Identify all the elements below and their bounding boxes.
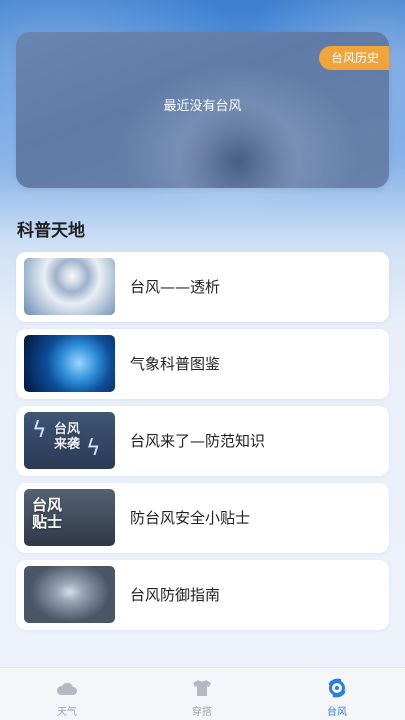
tips-thumb: 台风 贴士 [24,489,115,546]
no-typhoon-text: 最近没有台风 [163,99,242,114]
lightning-bolt-icon: ϟ [32,418,47,443]
article-card[interactable]: 台风防御指南 [16,560,389,630]
tab-typhoon[interactable]: 台风 [297,668,377,720]
section-title: 科普天地 [17,221,85,241]
article-card[interactable]: 气象科普图鉴 [16,329,389,399]
tab-weather[interactable]: 天气 [27,668,107,720]
article-card[interactable]: 台风 贴士 防台风安全小贴士 [16,483,389,553]
tab-label: 台风 [327,707,347,718]
thumb-caption: 台风 来袭 [54,422,81,452]
article-title: 气象科普图鉴 [130,355,221,373]
article-card[interactable]: ϟ ϟ 台风 来袭 台风来了—防范知识 [16,406,389,476]
lightning-bolt-icon: ϟ [86,436,101,461]
article-title: 台风——透析 [130,278,221,296]
lightning-thumb: ϟ ϟ 台风 来袭 [24,412,115,469]
cloud-icon [56,682,77,695]
tab-label: 穿搭 [192,707,212,718]
typhoon-banner[interactable]: 最近没有台风 台风历史 [16,32,389,188]
article-title: 台风来了—防范知识 [130,432,266,450]
article-title: 台风防御指南 [130,586,221,604]
earth-thumb [24,335,115,392]
article-title: 防台风安全小贴士 [130,509,251,527]
thumb-caption: 台风 贴士 [32,496,63,531]
typhoon-history-button[interactable]: 台风历史 [318,46,389,70]
typhoon-icon [328,678,346,698]
bottom-tab-bar: 天气 穿搭 台风 [0,667,405,720]
tab-label: 天气 [57,707,77,718]
typhoon-satellite-thumb [24,258,115,315]
tornado-thumb [24,566,115,623]
shirt-icon [193,680,211,696]
article-card[interactable]: 台风——透析 [16,252,389,322]
tab-outfit[interactable]: 穿搭 [162,668,242,720]
